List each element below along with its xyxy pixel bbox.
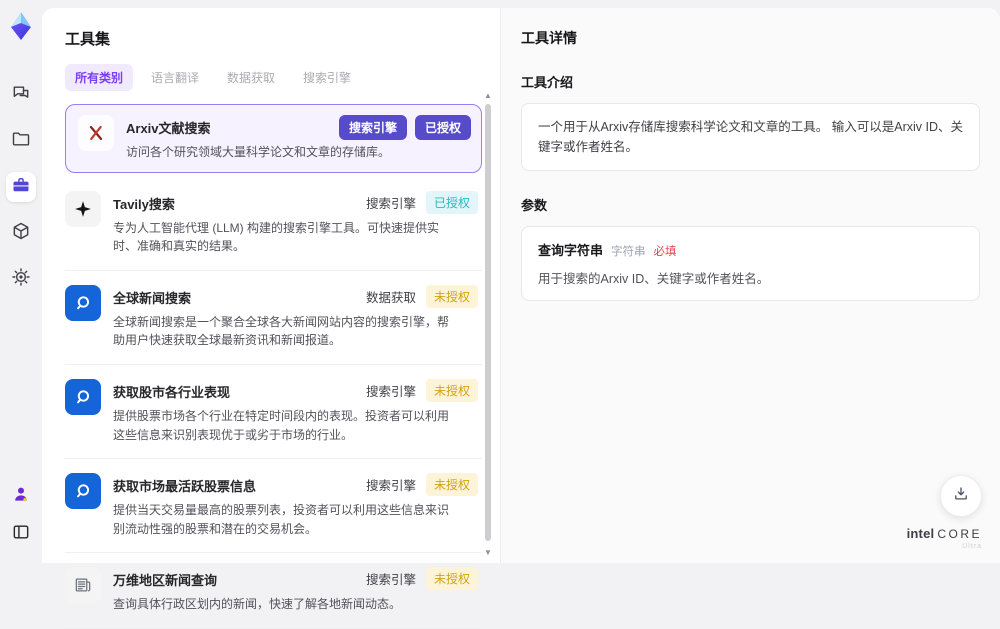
tab-all-categories[interactable]: 所有类别 <box>65 64 134 91</box>
sidebar-item-chat[interactable] <box>6 80 36 110</box>
sidebar-item-panel-toggle[interactable] <box>6 519 36 549</box>
folder-icon <box>11 129 31 154</box>
tab-search-engine[interactable]: 搜索引擎 <box>293 64 361 91</box>
briefcase-icon <box>11 175 31 200</box>
scrollbar-thumb[interactable] <box>485 104 491 541</box>
category-label: 搜索引擎 <box>365 479 416 494</box>
tool-description: 提供当天交易量最高的股票列表，投资者可以利用这些信息来识别流动性强的股票和潜在的… <box>113 503 450 536</box>
scroll-up-icon[interactable]: ▲ <box>483 92 493 100</box>
brand-sub: Ultra <box>962 543 982 551</box>
parameter-card: 查询字符串 字符串 必填 用于搜索的Arxiv ID、关键字或作者姓名。 <box>521 226 980 301</box>
intro-heading: 工具介绍 <box>521 75 574 90</box>
arxiv-icon <box>78 115 114 151</box>
tool-description: 提供股票市场各个行业在特定时间段内的表现。投资者可以利用这些信息来识别表现优于或… <box>113 408 450 442</box>
tool-description: 查询具体行政区划内的新闻，快速了解各地新闻动态。 <box>113 597 402 612</box>
auth-status-badge: 已授权 <box>414 115 471 140</box>
app-logo-gem-icon <box>6 10 36 42</box>
sidebar <box>0 0 42 563</box>
category-tabs: 所有类别 语言翻译 数据获取 搜索引擎 <box>65 64 500 91</box>
avatar-icon <box>11 484 31 509</box>
tab-language-translation[interactable]: 语言翻译 <box>141 64 209 91</box>
category-badge: 搜索引擎 <box>338 115 407 140</box>
tool-details-panel: 工具详情 工具介绍 一个用于从Arxiv存储库搜索科学论文和文章的工具。 输入可… <box>500 8 1000 563</box>
download-button[interactable] <box>940 475 982 517</box>
param-name: 查询字符串 <box>538 243 604 258</box>
param-description: 用于搜索的Arxiv ID、关键字或作者姓名。 <box>538 272 770 286</box>
tavily-star-icon <box>65 190 101 227</box>
param-required-flag: 必填 <box>653 246 677 258</box>
page-title: 工具集 <box>65 31 111 48</box>
list-scrollbar[interactable]: ▲ ▼ <box>483 88 493 561</box>
auth-status-badge: 未授权 <box>425 473 478 497</box>
sidebar-item-settings[interactable] <box>6 264 36 294</box>
tool-card-arxiv[interactable]: Arxiv文献搜索 访问各个研究领域大量科学论文和文章的存储库。 搜索引擎 已授… <box>65 104 482 173</box>
sidebar-item-models[interactable] <box>6 218 36 248</box>
category-label: 搜索引擎 <box>365 573 416 588</box>
tool-card-regional-news[interactable]: 万维地区新闻查询 查询具体行政区划内的新闻，快速了解各地新闻动态。 搜索引擎 未… <box>65 553 482 629</box>
category-label: 数据获取 <box>365 290 416 305</box>
tools-panel: 工具集 所有类别 语言翻译 数据获取 搜索引擎 Arxiv文献搜索 访问各个研究… <box>42 8 500 629</box>
auth-status-badge: 未授权 <box>425 284 478 308</box>
category-label: 搜索引擎 <box>365 196 416 211</box>
category-label: 搜索引擎 <box>365 384 416 399</box>
auth-status-badge: 未授权 <box>425 378 478 402</box>
tool-intro-text: 一个用于从Arxiv存储库搜索科学论文和文章的工具。 输入可以是Arxiv ID… <box>521 103 980 171</box>
brand-core: CORE <box>937 526 982 541</box>
tool-description: 全球新闻搜索是一个聚合全球各大新闻网站内容的搜索引擎，帮助用户快速获取全球最新资… <box>113 314 450 348</box>
details-title: 工具详情 <box>521 30 577 46</box>
tool-description: 专为人工智能代理 (LLM) 构建的搜索引擎工具。可快速提供实时、准确和真实的结… <box>113 220 440 254</box>
chat-icon <box>11 83 31 108</box>
gear-icon <box>11 267 31 292</box>
tool-card-most-active-stocks[interactable]: 获取市场最活跃股票信息 提供当天交易量最高的股票列表，投资者可以利用这些信息来识… <box>65 459 482 554</box>
tool-list: Arxiv文献搜索 访问各个研究领域大量科学论文和文章的存储库。 搜索引擎 已授… <box>65 104 482 629</box>
sidebar-bottom <box>0 481 42 549</box>
tool-card-tavily[interactable]: Tavily搜索 专为人工智能代理 (LLM) 构建的搜索引擎工具。可快速提供实… <box>65 177 482 271</box>
params-heading: 参数 <box>521 198 548 213</box>
news-q-icon <box>65 284 101 321</box>
newspaper-icon <box>65 567 101 604</box>
download-icon <box>952 485 970 508</box>
sidebar-nav <box>0 80 42 294</box>
news-q-icon <box>65 378 101 415</box>
sidebar-item-profile[interactable] <box>6 481 36 511</box>
param-type: 字符串 <box>611 246 646 258</box>
brand-intel: intel <box>906 525 935 541</box>
auth-status-badge: 未授权 <box>425 567 478 591</box>
auth-status-badge: 已授权 <box>425 190 478 214</box>
tab-data-fetching[interactable]: 数据获取 <box>217 64 285 91</box>
panel-toggle-icon <box>11 522 31 547</box>
tool-card-global-news[interactable]: 全球新闻搜索 全球新闻搜索是一个聚合全球各大新闻网站内容的搜索引擎，帮助用户快速… <box>65 271 482 365</box>
tool-card-sector-performance[interactable]: 获取股市各行业表现 提供股票市场各个行业在特定时间段内的表现。投资者可以利用这些… <box>65 365 482 460</box>
scroll-down-icon[interactable]: ▼ <box>483 549 493 557</box>
tool-description: 访问各个研究领域大量科学论文和文章的存储库。 <box>126 145 391 159</box>
sidebar-item-tools[interactable] <box>6 172 36 202</box>
sidebar-item-files[interactable] <box>6 126 36 156</box>
intel-core-logo: intel CORE Ultra <box>907 525 982 551</box>
cube-icon <box>11 221 31 246</box>
news-q-icon <box>65 473 101 510</box>
